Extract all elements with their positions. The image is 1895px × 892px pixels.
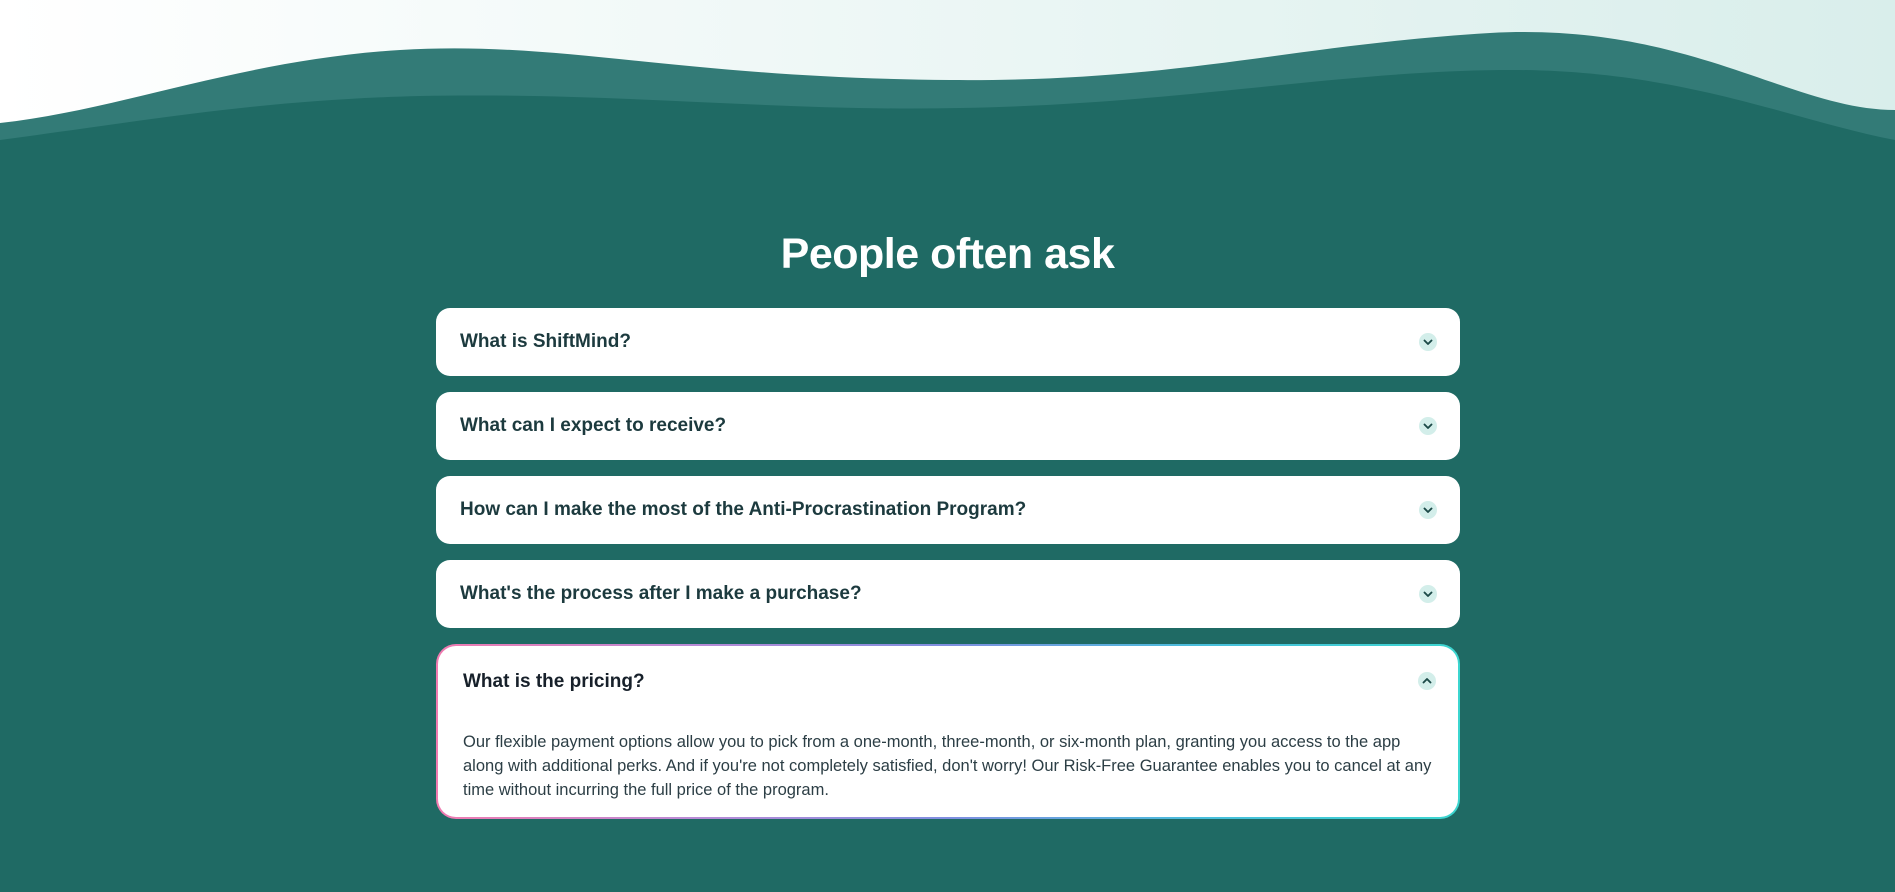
chevron-down-icon[interactable] (1419, 585, 1437, 603)
faq-question: What is ShiftMind? (460, 331, 631, 352)
chevron-down-icon[interactable] (1419, 501, 1437, 519)
faq-list: What is ShiftMind? What can I expect to … (436, 308, 1460, 819)
faq-question: What can I expect to receive? (460, 415, 727, 436)
faq-question: What is the pricing? (463, 671, 645, 692)
chevron-down-icon[interactable] (1419, 417, 1437, 435)
chevron-up-icon[interactable] (1418, 672, 1436, 690)
faq-title: People often ask (780, 230, 1115, 278)
faq-answer: Our flexible payment options allow you t… (463, 733, 1432, 799)
faq-item-what-to-expect[interactable]: What can I expect to receive? (436, 392, 1460, 460)
faq-item-what-is-shiftmind[interactable]: What is ShiftMind? (436, 308, 1460, 376)
faq-item-pricing-expanded[interactable]: What is the pricing? Our flexible paymen… (436, 644, 1460, 819)
faq-question: What's the process after I make a purcha… (460, 583, 862, 604)
faq-item-process-after-purchase[interactable]: What's the process after I make a purcha… (436, 560, 1460, 628)
faq-question: How can I make the most of the Anti-Proc… (460, 499, 1027, 520)
faq-item-make-the-most[interactable]: How can I make the most of the Anti-Proc… (436, 476, 1460, 544)
faq-section: People often ask What is ShiftMind? What… (0, 0, 1895, 892)
faq-item-body: What is the pricing? Our flexible paymen… (438, 646, 1458, 817)
chevron-down-icon[interactable] (1419, 333, 1437, 351)
